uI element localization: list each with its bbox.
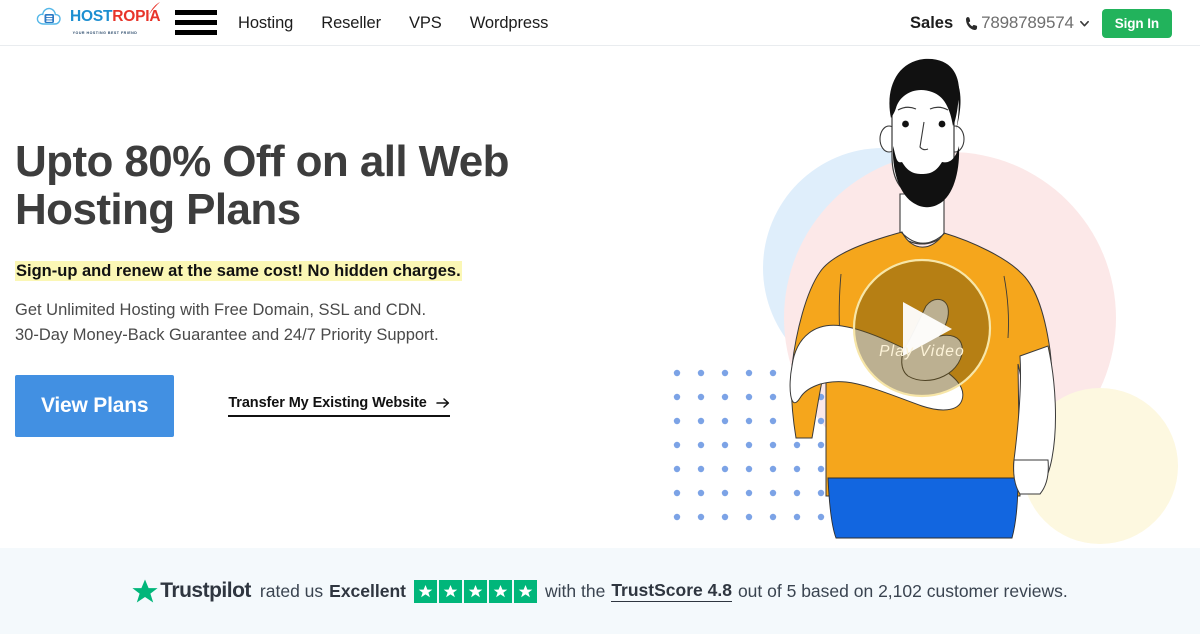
trustpilot-content: Trustpilot rated us Excellent with the T… [132, 579, 1068, 604]
logo-tagline: YOUR HOSTING BEST FRIEND [72, 31, 138, 35]
sales-phone-dropdown[interactable]: 7898789574 [965, 13, 1090, 33]
trustpilot-brand: Trustpilot [160, 579, 251, 602]
trustpilot-star-icon [132, 579, 158, 602]
hero-cta-row: View Plans Transfer My Existing Website [15, 374, 635, 437]
bearded-man-thumbs-up-illustration: Play Video [673, 58, 1178, 544]
hamburger-menu-icon[interactable] [175, 10, 217, 35]
site-logo[interactable]: HOSTROPIA YOUR HOSTING BEST FRIEND [36, 2, 161, 40]
cloud-server-icon [36, 6, 66, 28]
landing-page: HOSTROPIA YOUR HOSTING BEST FRIEND Hosti… [0, 0, 1200, 634]
rating-star [464, 579, 488, 603]
trustpilot-rating-word: Excellent [329, 580, 407, 601]
page-title: Upto 80% Off on all Web Hosting Plans [15, 137, 509, 234]
rating-star [439, 579, 463, 603]
nav-item-reseller[interactable]: Reseller [321, 14, 381, 33]
transfer-website-label: Transfer My Existing Website [228, 394, 427, 411]
sign-in-button[interactable]: Sign In [1101, 8, 1172, 38]
hamburger-bar [175, 10, 217, 15]
logo-swoosh-icon [149, 2, 161, 16]
trustpilot-star-rating [414, 579, 538, 603]
hero-description: Get Unlimited Hosting with Free Domain, … [15, 298, 635, 347]
phone-icon [966, 16, 978, 30]
trustpilot-with-the-text: with the [545, 580, 606, 601]
rating-star [489, 579, 513, 603]
trustpilot-bar: Trustpilot rated us Excellent with the T… [0, 548, 1200, 634]
play-video-overlay: Play Video [852, 258, 992, 398]
logo-text-primary: HOST [70, 8, 113, 26]
nav-item-wordpress[interactable]: Wordpress [470, 14, 549, 33]
hero-copy-block: Upto 80% Off on all Web Hosting Plans Si… [15, 138, 635, 437]
hero-description-line-1: Get Unlimited Hosting with Free Domain, … [15, 301, 427, 320]
nav-item-hosting[interactable]: Hosting [238, 14, 293, 33]
sales-phone-number: 7898789574 [981, 13, 1074, 32]
sales-label: Sales [910, 13, 954, 32]
rating-star [414, 579, 438, 603]
nav-item-vps[interactable]: VPS [409, 14, 442, 33]
transfer-website-link[interactable]: Transfer My Existing Website [228, 394, 450, 417]
hero-description-line-2: 30-Day Money-Back Guarantee and 24/7 Pri… [15, 325, 439, 344]
arrow-right-icon [435, 398, 449, 408]
chevron-down-icon [1079, 20, 1089, 26]
hero-section: Upto 80% Off on all Web Hosting Plans Si… [0, 46, 1200, 548]
view-plans-button[interactable]: View Plans [15, 374, 175, 437]
rating-star [514, 579, 538, 603]
header-right-group: Sales 7898789574 Sign In [910, 0, 1172, 46]
hero-highlight-wrap: Sign-up and renew at the same cost! No h… [15, 259, 635, 285]
trustpilot-review-count-text: out of 5 based on 2,102 customer reviews… [737, 580, 1068, 601]
hamburger-bar [175, 30, 217, 35]
hero-highlight-text: Sign-up and renew at the same cost! No h… [15, 260, 462, 281]
trustpilot-rated-text: rated us [259, 580, 324, 601]
site-header: HOSTROPIA YOUR HOSTING BEST FRIEND Hosti… [0, 0, 1200, 46]
hamburger-bar [175, 20, 217, 25]
trustscore-link[interactable]: TrustScore 4.8 [611, 580, 732, 602]
main-navigation: Hosting Reseller VPS Wordpress [238, 0, 548, 46]
play-video-label: Play Video [879, 343, 965, 360]
hero-illustration: Play Video [660, 46, 1200, 548]
